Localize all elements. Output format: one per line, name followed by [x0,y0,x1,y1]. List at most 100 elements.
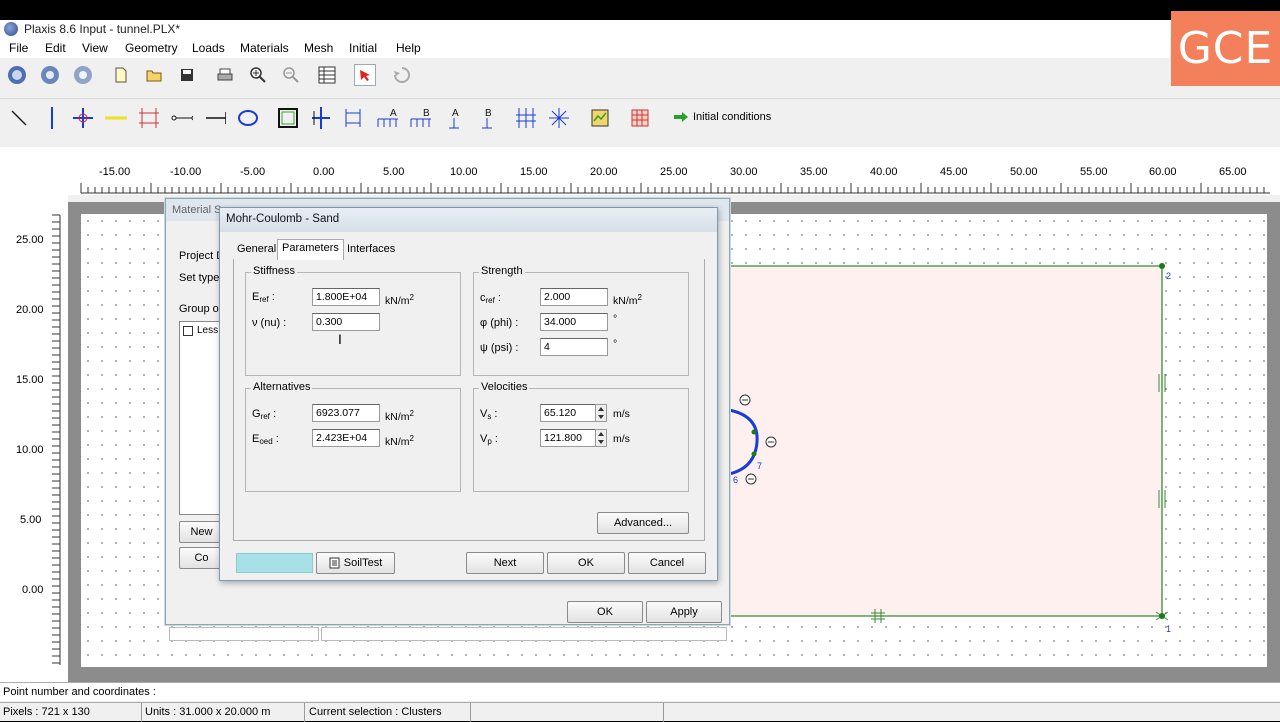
geogrid-icon[interactable] [105,107,127,129]
ruler-label-y: 0.00 [22,584,44,596]
geometry-point[interactable] [751,429,757,435]
soiltest-icon [329,557,340,569]
geometry-point[interactable] [1159,263,1165,269]
plate-icon[interactable] [41,107,63,129]
drain-icon[interactable] [548,107,570,129]
vs-field[interactable]: 65.120 [540,404,596,422]
phi-field[interactable]: 34.000 [540,313,608,331]
distributed-load-b-icon[interactable]: B [409,107,431,129]
prescribed-displacement-icon[interactable] [515,107,537,129]
menu-edit[interactable]: Edit [45,41,66,55]
point-load-a-icon[interactable]: A [442,107,464,129]
cancel-button[interactable]: Cancel [628,552,706,574]
soiltest-button[interactable]: SoilTest [316,552,395,574]
nu-label: ν (nu) : [252,317,287,329]
copy-button-label: Co [194,552,209,564]
plaxis-output-icon[interactable] [72,64,94,86]
node-to-node-anchor-icon[interactable] [171,107,193,129]
c-ref-subscript: ref [485,296,495,305]
zoom-out-icon[interactable] [280,64,302,86]
soil-cluster[interactable] [729,266,1162,616]
vertical-ruler-ticks [52,214,61,665]
g-ref-symbol: G [252,408,261,420]
material-sets-statusbar [169,627,319,641]
e-ref-field[interactable]: 1.800E+04 [312,288,380,306]
g-ref-unit: kN/m2 [385,409,414,423]
copy-button[interactable]: Co [179,547,224,569]
menu-file[interactable]: File [9,41,28,55]
psi-field[interactable]: 4 [540,338,608,356]
material-color-swatch[interactable] [236,553,313,573]
point-number: 1 [1166,624,1172,634]
generate-mesh-icon[interactable] [629,107,651,129]
materials-icon[interactable] [589,107,611,129]
interface-icon[interactable] [138,107,160,129]
ruler-label-x: 60.00 [1149,166,1177,178]
point-coordinates-label: Point number and coordinates : [3,686,156,698]
c-ref-unit: kN/m2 [613,293,642,307]
menu-help[interactable]: Help [396,41,421,55]
ruler-label-y: 25.00 [16,234,44,246]
advanced-label: Advanced... [613,517,673,529]
new-button[interactable]: New [179,521,224,543]
hinge-icon[interactable] [72,107,94,129]
selection-arrow-icon[interactable] [354,64,376,86]
apply-label: Apply [670,606,698,618]
vp-field[interactable]: 121.800 [540,429,596,447]
table-icon[interactable] [316,64,338,86]
menu-mesh[interactable]: Mesh [304,41,333,55]
material-list[interactable]: Less [179,321,224,515]
vp-spinner[interactable] [595,429,607,447]
tab-interfaces[interactable]: Interfaces [343,241,399,260]
point-load-b-icon[interactable]: B [475,107,497,129]
ruler-label-x: 55.00 [1080,166,1108,178]
e-oed-field[interactable]: 2.423E+04 [312,429,380,447]
initial-conditions-button[interactable]: Initial conditions [673,111,771,123]
plaxis-app-icon [4,22,18,36]
status-selection: Current selection : Clusters [309,706,442,718]
menu-initial[interactable]: Initial [349,41,377,55]
nu-field[interactable]: 0.300 [312,313,380,331]
status-units: Units : 31.000 x 20.000 m [145,706,271,718]
ruler-label-x: 45.00 [940,166,968,178]
ruler-label-x: -5.00 [240,166,266,178]
menu-geometry[interactable]: Geometry [125,41,178,55]
standard-fixities-icon[interactable] [277,107,299,129]
plaxis-input-icon[interactable] [6,64,28,86]
plaxis-calc-icon[interactable] [39,64,61,86]
vs-spinner[interactable] [595,404,607,422]
svg-text:B: B [485,108,492,119]
fixity-icon[interactable] [310,107,332,129]
geometry-point[interactable] [751,451,757,457]
c-ref-field[interactable]: 2.000 [540,288,608,306]
point-number: 7 [757,461,763,471]
ok-button[interactable]: OK [547,552,625,574]
advanced-button[interactable]: Advanced... [597,512,689,534]
svg-text:A: A [452,108,459,119]
zoom-in-icon[interactable] [247,64,269,86]
geometry-line-icon[interactable] [8,107,30,129]
menu-view[interactable]: View [82,41,108,55]
tunnel-icon[interactable] [237,107,259,129]
material-sets-ok-button[interactable]: OK [567,601,643,623]
tab-general[interactable]: General [233,241,280,260]
ruler-label-y: 5.00 [20,514,42,526]
save-icon[interactable] [176,64,198,86]
next-button[interactable]: Next [466,552,544,574]
print-icon[interactable] [214,64,236,86]
menu-loads[interactable]: Loads [192,41,225,55]
strength-group: Strength cref : 2.000 kN/m2 φ (phi) : 34… [473,265,689,376]
apply-button[interactable]: Apply [646,601,722,623]
menu-materials[interactable]: Materials [240,41,289,55]
distributed-load-a-icon[interactable]: A [376,107,398,129]
open-folder-icon[interactable] [143,64,165,86]
new-file-icon[interactable] [110,64,132,86]
undo-icon[interactable] [391,64,413,86]
g-ref-field[interactable]: 6923.077 [312,404,380,422]
list-item[interactable]: Less [183,325,218,336]
fixed-end-anchor-icon[interactable] [204,107,226,129]
project-database-label: Project D [179,250,225,262]
geometry-point[interactable] [1159,613,1165,619]
tab-parameters[interactable]: Parameters [277,239,344,260]
rotation-fixity-icon[interactable] [342,107,364,129]
